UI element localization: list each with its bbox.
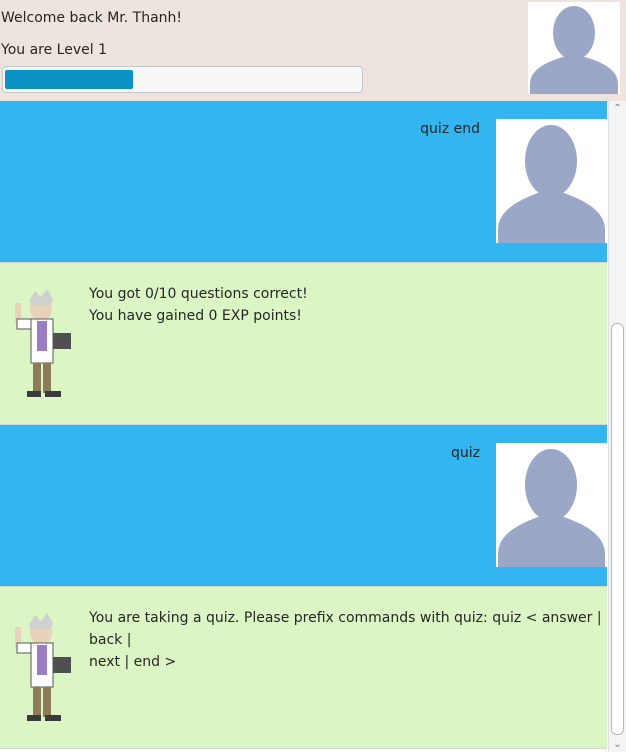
user-message: quiz (0, 425, 607, 587)
welcome-text: Welcome back Mr. Thanh! (1, 10, 183, 26)
message-line: next | end > (89, 654, 177, 670)
user-avatar-icon (496, 443, 607, 567)
exp-progress-fill (5, 70, 133, 89)
bot-message: You got 0/10 questions correct! You have … (0, 263, 607, 425)
user-avatar-icon (496, 119, 607, 243)
message-line: You got 0/10 questions correct! (89, 286, 308, 302)
message-line: You have gained 0 EXP points! (89, 308, 302, 324)
message-text: quiz (451, 445, 480, 461)
bot-message: You are taking a quiz. Please prefix com… (0, 587, 607, 749)
chat-scrollbar[interactable]: ⌃ ⌄ (608, 101, 626, 752)
header-panel: Welcome back Mr. Thanh! You are Level 1 (0, 0, 626, 102)
exp-progress-bar (2, 66, 363, 93)
scroll-up-arrow-icon[interactable]: ⌃ (609, 101, 626, 116)
chat-scroll-area[interactable]: quiz end You got 0/10 questions correct!… (0, 101, 608, 753)
message-text: You are taking a quiz. Please prefix com… (89, 607, 608, 673)
message-line: quiz end (420, 121, 480, 137)
scroll-down-arrow-icon[interactable]: ⌄ (609, 737, 626, 752)
message-text: quiz end (420, 121, 480, 137)
professor-sprite-icon (15, 613, 71, 721)
scrollbar-thumb[interactable] (611, 323, 624, 735)
message-text: You got 0/10 questions correct! You have … (89, 283, 608, 327)
professor-sprite-icon (15, 289, 71, 397)
user-message: quiz end (0, 101, 607, 263)
chat-app-window: Welcome back Mr. Thanh! You are Level 1 … (0, 0, 626, 754)
message-line: You are taking a quiz. Please prefix com… (89, 610, 602, 648)
user-avatar-icon (528, 2, 620, 94)
message-line: quiz (451, 445, 480, 461)
level-text: You are Level 1 (1, 42, 107, 58)
